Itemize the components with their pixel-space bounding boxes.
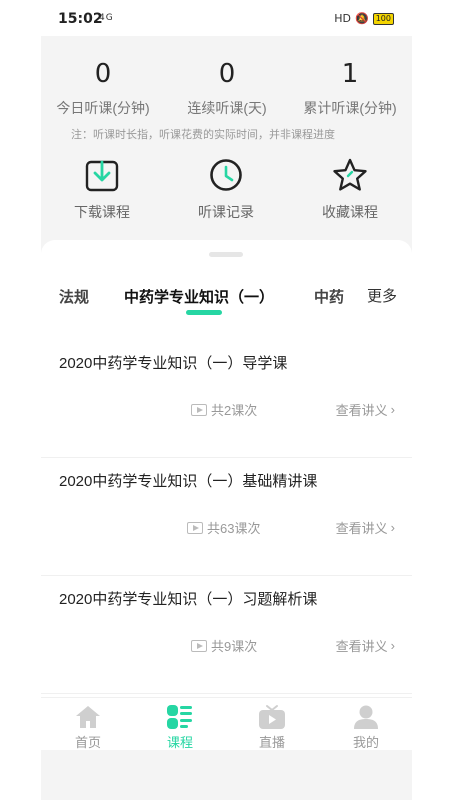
nav-courses[interactable]: 课程: [150, 704, 210, 751]
app-screen: 15:02 4G HD 🔕 100 0 今日听课(分钟) 0 连续听课(天) 1…: [0, 0, 450, 800]
course-title: 2020中药学专业知识（一）导学课: [59, 355, 288, 372]
course-item[interactable]: 2020中药学专业知识（一）基础精讲课 共63课次 查看讲义 ›: [41, 458, 412, 576]
more-tabs-button[interactable]: 更多: [367, 285, 397, 306]
stat-today-label: 今日听课(分钟): [56, 100, 150, 116]
home-icon: [76, 706, 100, 728]
nav-profile[interactable]: 我的: [336, 704, 396, 751]
stat-streak-value: 0: [218, 59, 236, 89]
hd-indicator: HD: [334, 12, 352, 25]
nav-live[interactable]: 直播: [242, 704, 302, 751]
stat-streak: 0 连续听课(天): [165, 56, 289, 118]
chevron-right-icon: ›: [390, 520, 395, 535]
stat-total: 1 累计听课(分钟): [288, 56, 412, 118]
profile-icon: [354, 705, 378, 729]
nav-home-label: 首页: [74, 735, 101, 750]
video-icon: [191, 403, 207, 416]
course-item[interactable]: 2020中药学专业知识（一）习题解析课 共9课次 查看讲义 ›: [41, 576, 412, 694]
course-panel: 法规 中药学专业知识（一） 中药 更多 2020中药学专业知识（一）导学课 共2…: [41, 240, 412, 700]
view-notes-label: 查看讲义: [335, 639, 388, 654]
status-right: HD 🔕 100: [334, 12, 394, 25]
clock-icon: [210, 159, 242, 191]
phone-screen: 15:02 4G HD 🔕 100 0 今日听课(分钟) 0 连续听课(天) 1…: [41, 0, 412, 800]
stat-total-label: 累计听课(分钟): [303, 100, 397, 116]
chevron-right-icon: ›: [390, 638, 395, 653]
course-title: 2020中药学专业知识（一）习题解析课: [59, 591, 318, 608]
stats-note: 注：听课时长指，听课花费的实际时间，并非课程进度: [71, 129, 335, 141]
view-notes-label: 查看讲义: [335, 521, 388, 536]
nav-live-label: 直播: [258, 735, 285, 750]
battery-icon: 100: [372, 12, 394, 25]
course-lesson-count: 共63课次: [187, 518, 260, 537]
listening-history-label: 听课记录: [198, 204, 254, 220]
status-time: 15:02: [58, 11, 103, 27]
course-title: 2020中药学专业知识（一）基础精讲课: [59, 473, 318, 490]
course-icon: [167, 705, 192, 729]
view-notes-link[interactable]: 查看讲义 ›: [336, 518, 395, 537]
active-tab-indicator: [186, 310, 222, 315]
stat-today: 0 今日听课(分钟): [41, 56, 165, 118]
download-icon: [85, 160, 119, 192]
stat-today-value: 0: [94, 59, 112, 89]
live-tv-icon: [259, 705, 285, 729]
stat-streak-label: 连续听课(天): [187, 100, 267, 116]
nav-courses-label: 课程: [166, 735, 193, 750]
nav-profile-label: 我的: [352, 735, 379, 750]
drag-handle[interactable]: [209, 252, 243, 257]
status-bar: 15:02 4G HD 🔕 100: [41, 0, 412, 36]
favorite-courses-label: 收藏课程: [322, 204, 378, 220]
nav-home[interactable]: 首页: [58, 704, 118, 751]
view-notes-link[interactable]: 查看讲义 ›: [336, 636, 395, 655]
favorite-courses-button[interactable]: 收藏课程: [295, 158, 405, 222]
download-courses-button[interactable]: 下载课程: [47, 158, 157, 222]
listening-stats: 0 今日听课(分钟) 0 连续听课(天) 1 累计听课(分钟) 注：听课时长指，…: [41, 36, 412, 241]
subject-tabs: 法规 中药学专业知识（一） 中药 更多: [41, 282, 412, 322]
view-notes-link[interactable]: 查看讲义 ›: [336, 400, 395, 419]
signal-icon: 4G: [99, 13, 114, 23]
course-item[interactable]: 2020中药学专业知识（一）导学课 共2课次 查看讲义 ›: [41, 340, 412, 458]
course-lesson-count: 共9课次: [191, 636, 257, 655]
stat-total-value: 1: [341, 59, 359, 89]
download-courses-label: 下载课程: [74, 204, 130, 220]
course-lesson-count: 共2课次: [191, 400, 257, 419]
mute-icon: 🔕: [355, 12, 369, 25]
tab-regulations[interactable]: 法规: [59, 286, 89, 307]
view-notes-label: 查看讲义: [335, 403, 388, 418]
course-count-text: 共2课次: [211, 403, 258, 418]
bottom-nav: 首页 课程 直播 我的: [41, 697, 412, 750]
star-icon: [333, 158, 367, 191]
course-count-text: 共9课次: [211, 639, 258, 654]
chevron-right-icon: ›: [390, 402, 395, 417]
tab-pharmacy-knowledge-1[interactable]: 中药学专业知识（一）: [124, 286, 274, 307]
course-count-text: 共63课次: [207, 521, 261, 536]
video-icon: [191, 639, 207, 652]
tab-pharmacy-next[interactable]: 中药: [314, 286, 344, 307]
listening-history-button[interactable]: 听课记录: [171, 158, 281, 222]
system-nav-area: [41, 750, 412, 800]
video-icon: [187, 521, 203, 534]
